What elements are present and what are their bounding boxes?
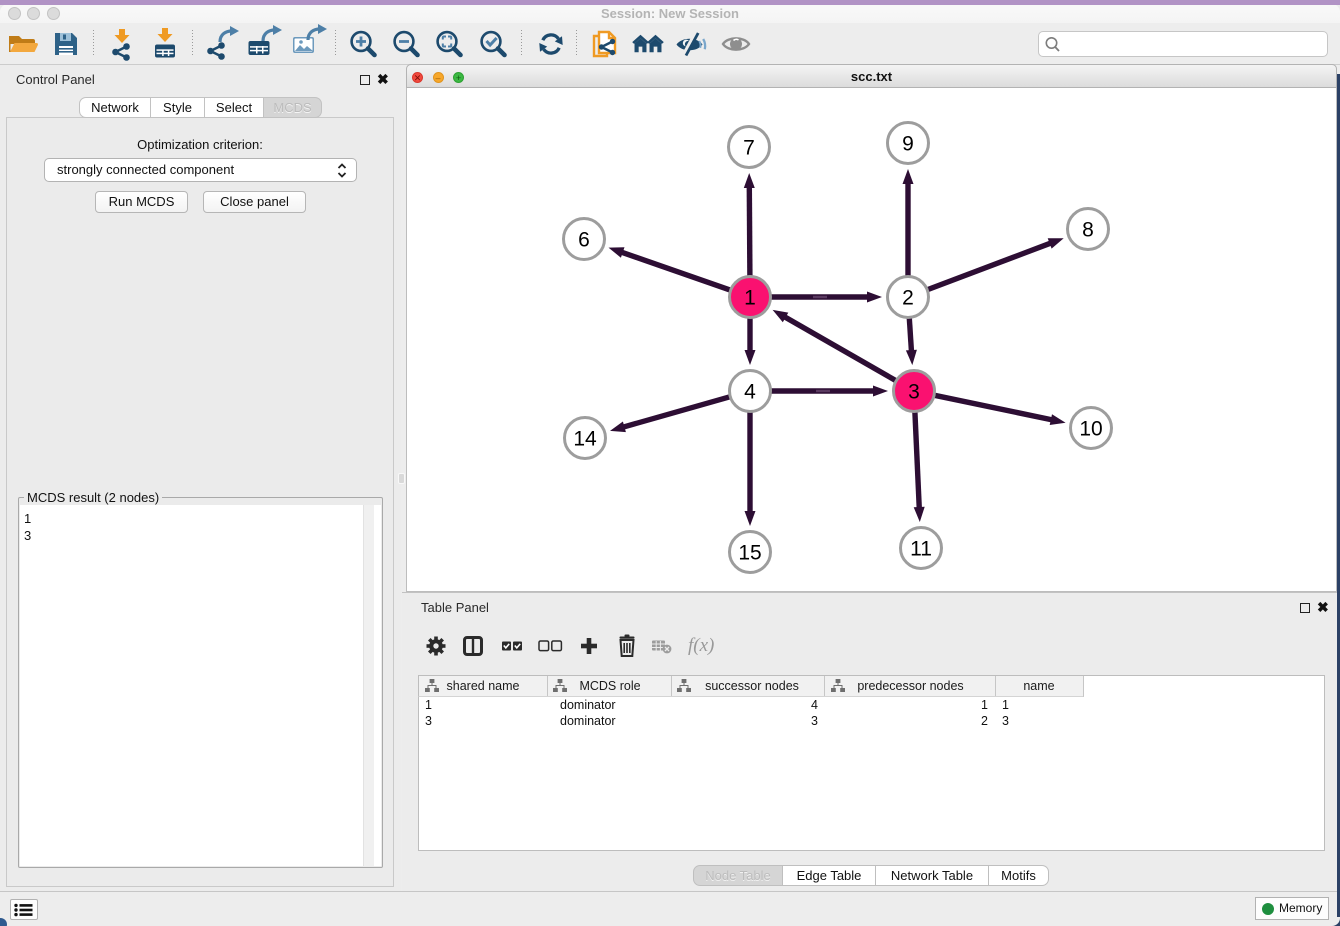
svg-text:14: 14: [573, 427, 597, 450]
svg-text:2: 2: [902, 286, 914, 309]
svg-text:1: 1: [744, 286, 756, 309]
svg-text:15: 15: [738, 541, 761, 564]
svg-text:10: 10: [1079, 417, 1102, 440]
svg-text:11: 11: [910, 537, 932, 560]
svg-text:3: 3: [908, 380, 920, 403]
svg-text:9: 9: [902, 132, 914, 155]
svg-text:8: 8: [1082, 218, 1094, 241]
svg-text:7: 7: [743, 136, 755, 159]
svg-text:6: 6: [578, 228, 590, 251]
svg-text:4: 4: [744, 380, 756, 403]
